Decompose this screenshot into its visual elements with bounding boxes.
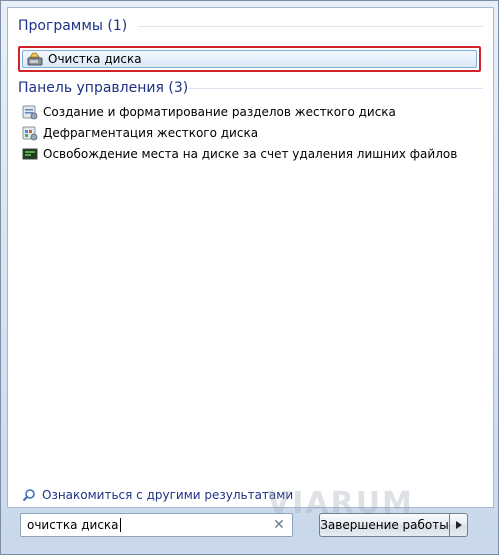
start-menu-window: Программы (1) Очистка диска Панель управ… [0,0,499,555]
result-disk-cleanup-highlight[interactable]: Очистка диска [18,46,481,72]
free-space-icon [22,148,38,160]
result-label: Освобождение места на диске за счет удал… [43,147,458,161]
control-panel-group-header[interactable]: Панель управления (3) [18,77,188,99]
control-panel-header-label: Панель управления (3) [18,80,189,96]
programs-divider [138,26,483,27]
shutdown-options-button[interactable] [449,513,468,537]
search-input-value: очистка диска [27,517,119,532]
disk-cleanup-icon [27,52,43,66]
result-label: Очистка диска [48,52,142,66]
disk-management-icon [22,105,38,120]
programs-group-header[interactable]: Программы (1) [18,15,127,37]
see-more-results-link[interactable]: Ознакомиться с другими результатами [22,486,293,504]
search-box[interactable]: очистка диска ✕ [20,513,293,537]
shutdown-label: Завершение работы [320,518,449,532]
search-input[interactable]: очистка диска [21,518,271,533]
shutdown-button[interactable]: Завершение работы [319,513,450,537]
text-caret [119,518,121,533]
search-icon [22,489,35,502]
result-disk-management[interactable]: Создание и форматирование разделов жестк… [22,102,396,122]
result-disk-cleanup[interactable]: Очистка диска [22,50,477,68]
see-more-results-label: Ознакомиться с другими результатами [42,488,294,502]
result-free-space[interactable]: Освобождение места на диске за счет удал… [22,144,457,164]
result-defragment[interactable]: Дефрагментация жесткого диска [22,123,258,143]
clear-icon[interactable]: ✕ [271,517,287,533]
programs-header-label: Программы (1) [18,18,128,34]
result-label: Создание и форматирование разделов жестк… [43,105,396,119]
defrag-icon [22,126,38,141]
control-panel-divider [188,88,483,89]
search-results-panel: Программы (1) Очистка диска Панель управ… [7,7,494,508]
arrow-right-icon [455,521,462,529]
result-label: Дефрагментация жесткого диска [43,126,259,140]
